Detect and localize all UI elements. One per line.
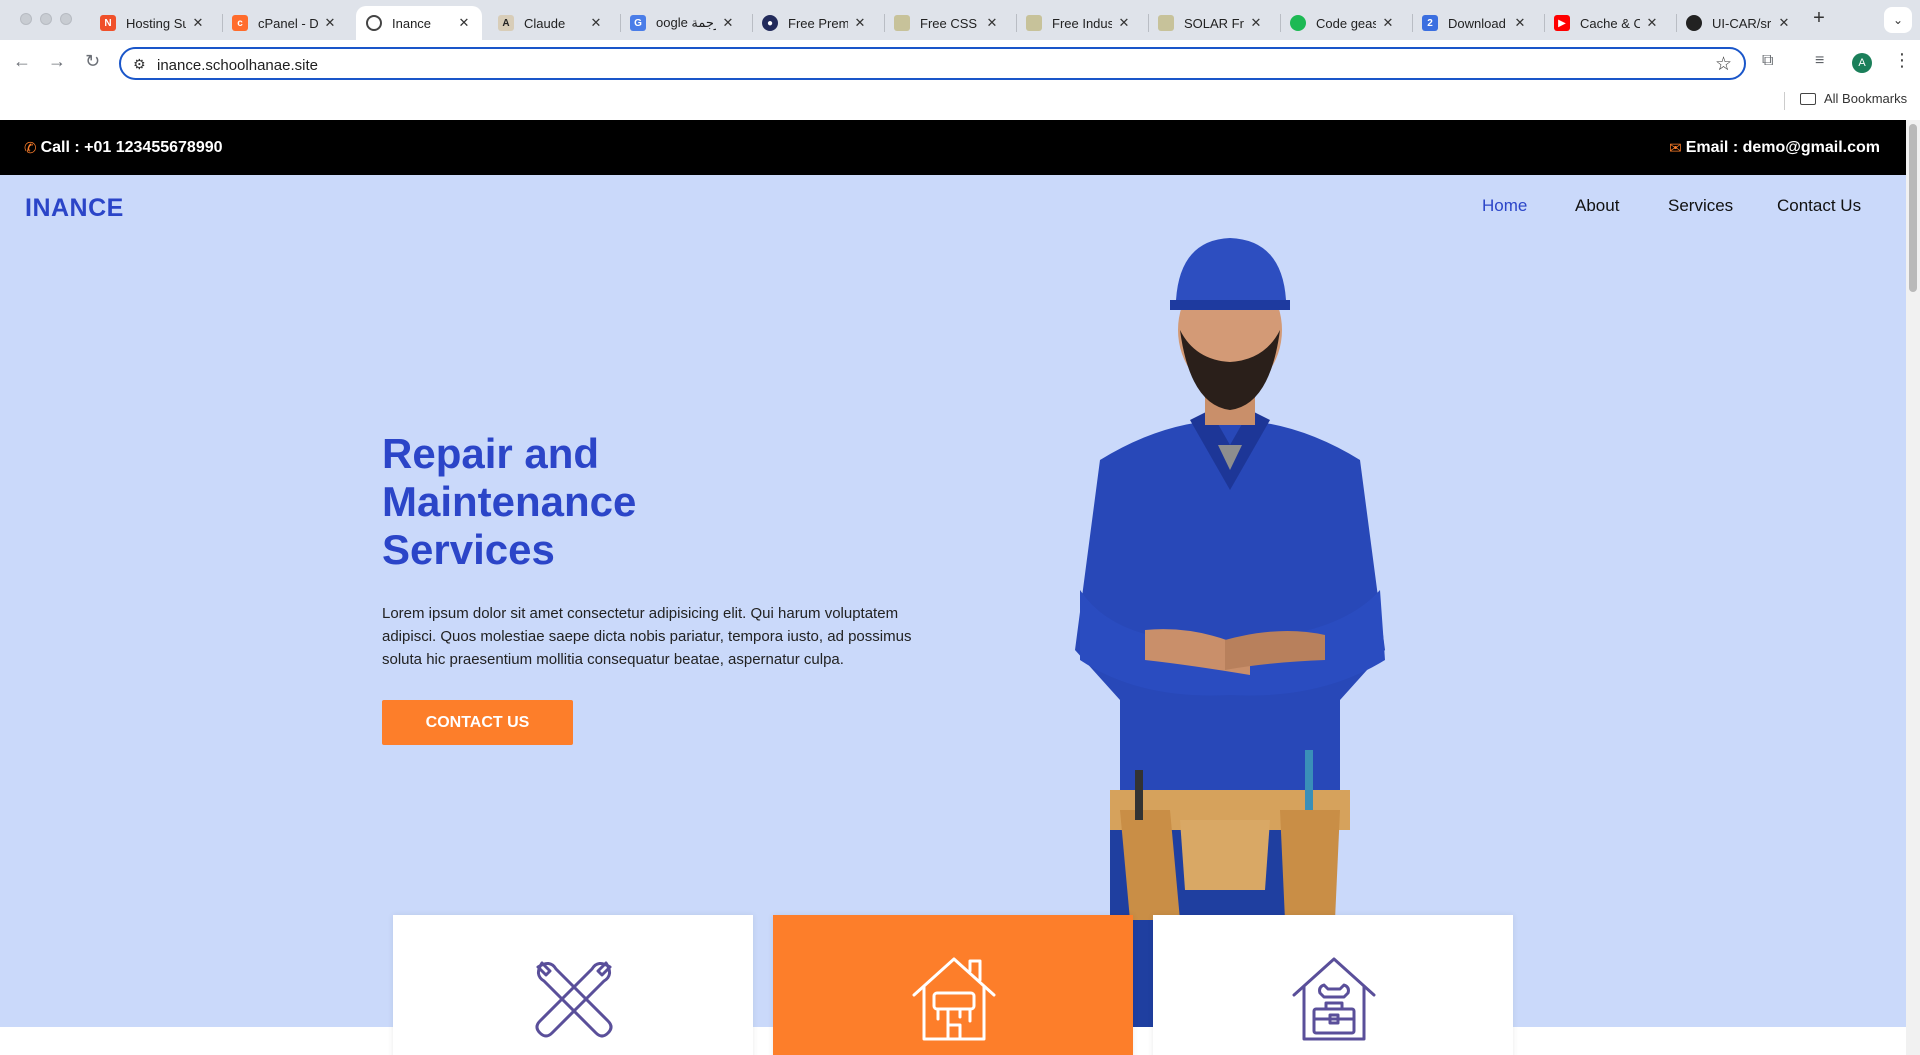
- house-paint-icon: [912, 957, 996, 1041]
- site-info-icon[interactable]: ⚙: [133, 56, 146, 73]
- browser-tab[interactable]: ● Free Premi ✕: [752, 6, 878, 40]
- hosting-icon: N: [100, 15, 116, 31]
- browser-tab[interactable]: Free CSS | ✕: [884, 6, 1010, 40]
- window-minimize-button[interactable]: [40, 13, 52, 25]
- github-icon: [1686, 15, 1702, 31]
- forward-icon[interactable]: →: [48, 51, 66, 72]
- globe-icon: [366, 15, 382, 31]
- browser-tab[interactable]: A Claude ✕: [488, 6, 614, 40]
- all-bookmarks-label: All Bookmarks: [1824, 91, 1908, 106]
- close-icon[interactable]: ✕: [1248, 15, 1264, 31]
- tab-search-button[interactable]: ⌄: [1884, 7, 1912, 33]
- close-icon[interactable]: ✕: [1776, 15, 1792, 31]
- browser-tab-strip: N Hosting Su ✕ c cPanel - D ✕ Inance ✕ A…: [0, 0, 1920, 40]
- wrench-cross-icon: [535, 961, 613, 1038]
- hero-title: Repair and Maintenance Services: [382, 430, 637, 573]
- close-icon[interactable]: ✕: [720, 15, 736, 31]
- avatar[interactable]: A: [1852, 53, 1872, 73]
- close-icon[interactable]: ✕: [852, 15, 868, 31]
- all-bookmarks-button[interactable]: All Bookmarks: [1800, 91, 1907, 106]
- call-info[interactable]: ✆ Call : +01 123455678990: [24, 139, 223, 157]
- close-icon[interactable]: ✕: [322, 15, 338, 31]
- folder-icon: [1800, 92, 1816, 105]
- cpanel-icon: c: [232, 15, 248, 31]
- bookmark-star-icon[interactable]: ☆: [1715, 53, 1732, 76]
- hero-description: Lorem ipsum dolor sit amet consectetur a…: [382, 605, 912, 668]
- reading-list-icon[interactable]: ≡: [1815, 52, 1824, 70]
- browser-tab[interactable]: SOLAR Fre ✕: [1148, 6, 1274, 40]
- browser-tab[interactable]: ▶ Cache & C ✕: [1544, 6, 1670, 40]
- site-logo[interactable]: INANCE: [25, 194, 124, 223]
- new-tab-button[interactable]: +: [1808, 8, 1830, 30]
- call-text: Call : +01 123455678990: [40, 139, 223, 156]
- url-text[interactable]: inance.schoolhanae.site: [157, 57, 318, 74]
- browser-tab[interactable]: Code geas ✕: [1280, 6, 1406, 40]
- reload-icon[interactable]: ↻: [85, 51, 100, 72]
- browser-tab[interactable]: G oogle ترجمة ✕: [620, 6, 746, 40]
- close-icon[interactable]: ✕: [1380, 15, 1396, 31]
- anthropic-icon: A: [498, 15, 514, 31]
- close-icon[interactable]: ✕: [1644, 15, 1660, 31]
- nav-services[interactable]: Services: [1668, 196, 1733, 216]
- web-page: ✆ Call : +01 123455678990 ✉ Email : demo…: [0, 120, 1906, 1055]
- service-card-active[interactable]: [773, 915, 1133, 1055]
- contact-topbar: ✆ Call : +01 123455678990 ✉ Email : demo…: [0, 120, 1906, 175]
- service-card[interactable]: [1153, 915, 1513, 1055]
- browser-tab[interactable]: UI-CAR/sr ✕: [1676, 6, 1802, 40]
- close-icon[interactable]: ✕: [456, 15, 472, 31]
- close-icon[interactable]: ✕: [1116, 15, 1132, 31]
- extensions-icon[interactable]: ⧉: [1762, 52, 1773, 70]
- close-icon[interactable]: ✕: [588, 15, 604, 31]
- browser-tab[interactable]: 2 Download ✕: [1412, 6, 1538, 40]
- menu-icon[interactable]: ⋮: [1893, 50, 1911, 71]
- freecss-icon: [1158, 15, 1174, 31]
- back-icon[interactable]: ←: [13, 51, 31, 72]
- youtube-icon: ▶: [1554, 15, 1570, 31]
- spotify-icon: [1290, 15, 1306, 31]
- doc-icon: 2: [1422, 15, 1438, 31]
- translate-icon: G: [630, 15, 646, 31]
- close-icon[interactable]: ✕: [190, 15, 206, 31]
- house-toolbox-icon: [1292, 957, 1376, 1041]
- nav-contact-us[interactable]: Contact Us: [1777, 196, 1861, 216]
- free-premium-icon: ●: [762, 15, 778, 31]
- close-icon[interactable]: ✕: [1512, 15, 1528, 31]
- browser-tab-active[interactable]: Inance ✕: [356, 6, 482, 40]
- freecss-icon: [894, 15, 910, 31]
- email-text: Email : demo@gmail.com: [1685, 139, 1880, 156]
- envelope-icon: ✉: [1669, 140, 1682, 157]
- service-card[interactable]: [393, 915, 753, 1055]
- close-icon[interactable]: ✕: [984, 15, 1000, 31]
- nav-home[interactable]: Home: [1482, 196, 1527, 216]
- contact-us-button[interactable]: CONTACT US: [382, 700, 573, 745]
- freecss-icon: [1026, 15, 1042, 31]
- browser-tab[interactable]: c cPanel - D ✕: [222, 6, 348, 40]
- nav-about[interactable]: About: [1575, 196, 1619, 216]
- window-close-button[interactable]: [20, 13, 32, 25]
- phone-icon: ✆: [24, 140, 37, 157]
- browser-tab[interactable]: Free Indus ✕: [1016, 6, 1142, 40]
- window-zoom-button[interactable]: [60, 13, 72, 25]
- address-bar[interactable]: ⚙ inance.schoolhanae.site ☆: [119, 47, 1746, 80]
- email-info[interactable]: ✉ Email : demo@gmail.com: [1669, 139, 1880, 157]
- browser-tab[interactable]: N Hosting Su ✕: [90, 6, 216, 40]
- scrollbar-thumb[interactable]: [1909, 124, 1917, 292]
